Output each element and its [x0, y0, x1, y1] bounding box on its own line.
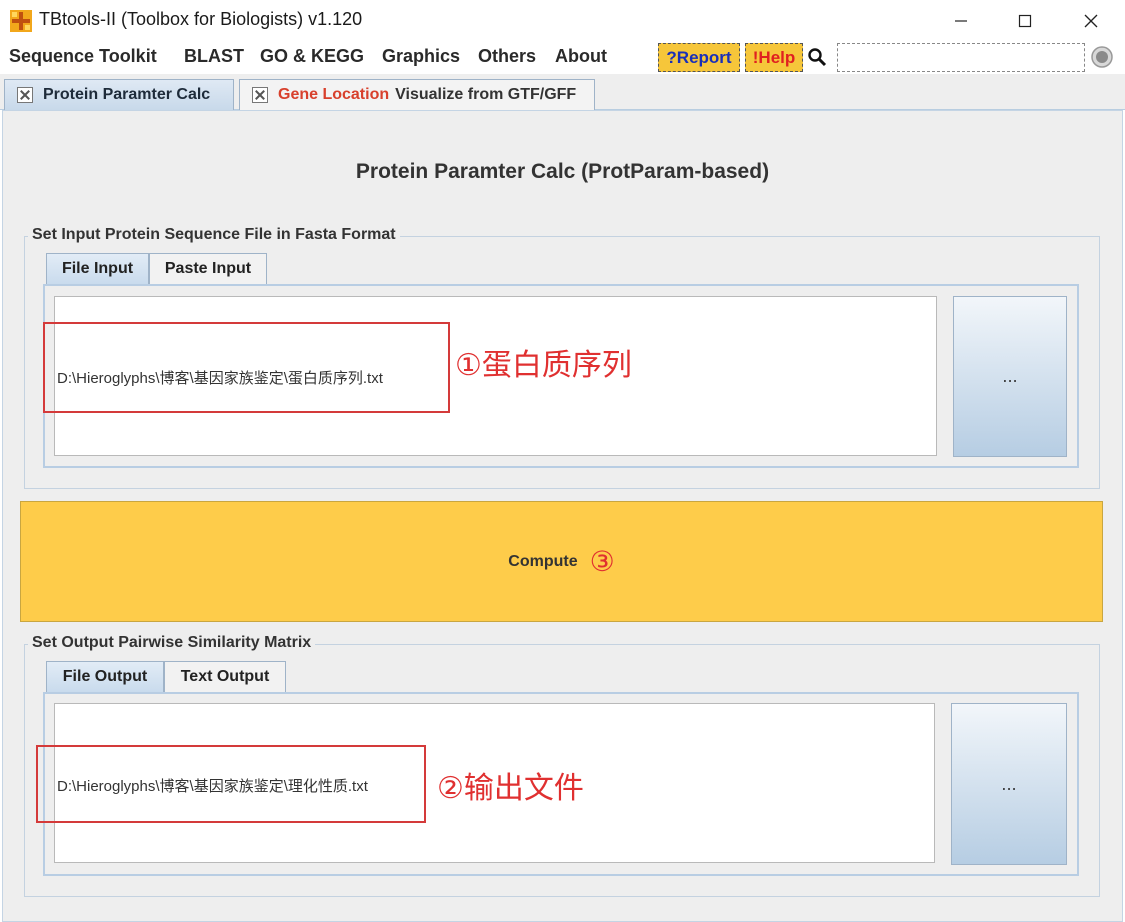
output-browse-button[interactable]: ...	[951, 703, 1067, 865]
annotation-compute-step: ③	[589, 545, 615, 578]
compute-button[interactable]: Compute ③	[20, 501, 1103, 622]
tab-gene-location[interactable]: Gene Location Visualize from GTF/GFF	[239, 79, 595, 110]
input-group-title: Set Input Protein Sequence File in Fasta…	[28, 226, 400, 244]
maximize-icon	[1018, 14, 1032, 28]
menu-go-kegg[interactable]: GO & KEGG	[260, 46, 364, 67]
app-icon	[10, 10, 32, 32]
close-icon	[1084, 14, 1098, 28]
menu-graphics[interactable]: Graphics	[382, 46, 460, 67]
close-icon[interactable]	[17, 87, 33, 103]
tab-label: Protein Paramter Calc	[43, 86, 211, 103]
search-icon[interactable]	[807, 47, 827, 67]
tab-label: Visualize from GTF/GFF	[395, 86, 577, 103]
search-input[interactable]	[837, 43, 1085, 72]
annotation-input-label: ①蛋白质序列	[455, 348, 632, 383]
annotation-box-input	[43, 322, 450, 413]
minimize-button[interactable]	[928, 0, 994, 42]
menu-others[interactable]: Others	[478, 46, 536, 67]
maximize-button[interactable]	[992, 0, 1058, 42]
menu-blast[interactable]: BLAST	[184, 46, 244, 67]
tab-paste-input[interactable]: Paste Input	[149, 253, 267, 284]
minimize-icon	[955, 20, 967, 22]
close-icon[interactable]	[252, 87, 268, 103]
annotation-box-output	[36, 745, 426, 823]
tab-protein-paramter-calc[interactable]: Protein Paramter Calc	[4, 79, 234, 110]
tab-file-output[interactable]: File Output	[46, 661, 164, 692]
close-button[interactable]	[1058, 0, 1124, 42]
menu-about[interactable]: About	[555, 46, 607, 67]
annotation-output-label: ②输出文件	[437, 771, 584, 806]
report-button[interactable]: ?Report	[658, 43, 740, 72]
input-browse-button[interactable]: ...	[953, 296, 1067, 457]
compute-label: Compute	[508, 552, 578, 570]
output-group-title: Set Output Pairwise Similarity Matrix	[28, 634, 316, 652]
tab-text-output[interactable]: Text Output	[164, 661, 286, 692]
spinner-icon	[1091, 46, 1113, 68]
tab-label-highlight: Gene Location	[278, 86, 390, 103]
page-title: Protein Paramter Calc (ProtParam-based)	[355, 160, 770, 183]
help-button[interactable]: !Help	[745, 43, 803, 72]
window-title: TBtools-II (Toolbox for Biologists) v1.1…	[39, 9, 363, 29]
tab-file-input[interactable]: File Input	[46, 253, 149, 284]
menu-sequence-toolkit[interactable]: Sequence Toolkit	[9, 46, 157, 67]
